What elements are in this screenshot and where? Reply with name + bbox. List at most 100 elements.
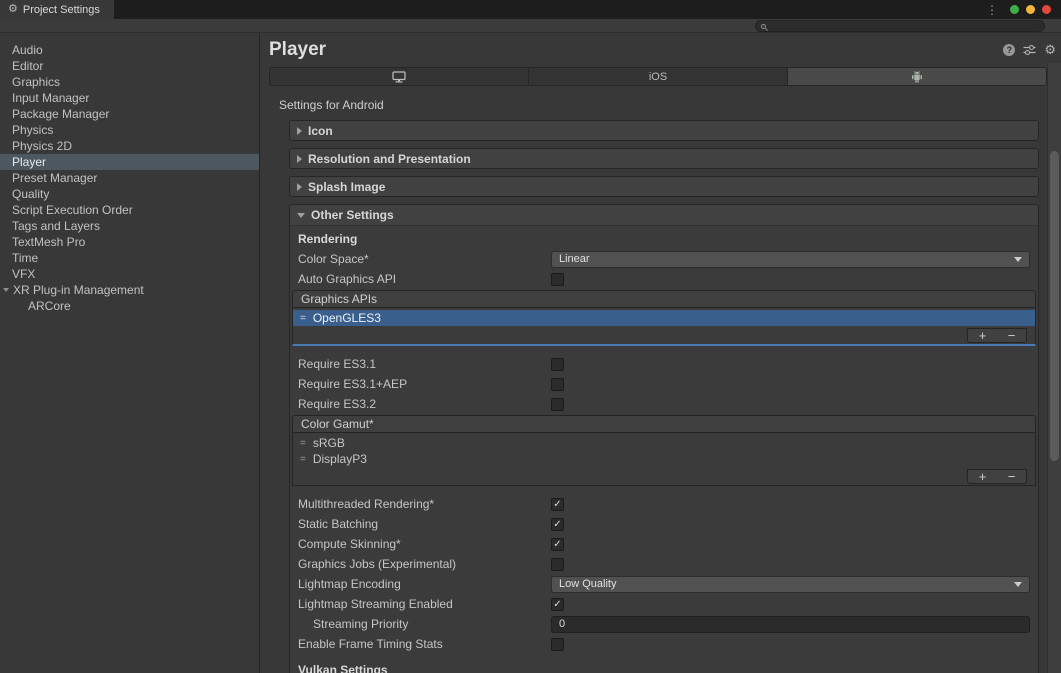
auto-graphics-api-label: Auto Graphics API xyxy=(298,272,551,286)
static-batching-label: Static Batching xyxy=(298,517,551,531)
section-resolution-and-presentation[interactable]: Resolution and Presentation xyxy=(289,148,1039,169)
require-es31-label: Require ES3.1 xyxy=(298,357,551,371)
graphics-apis-list-footer: + − xyxy=(293,326,1035,344)
sidebar-item-script-execution-order[interactable]: Script Execution Order xyxy=(0,202,259,218)
color-gamut-list-header: Color Gamut* xyxy=(292,415,1036,433)
list-item-label: OpenGLES3 xyxy=(313,311,381,325)
static-batching-checkbox[interactable] xyxy=(551,518,564,531)
tab-android[interactable] xyxy=(788,67,1047,86)
sidebar-item-graphics[interactable]: Graphics xyxy=(0,74,259,90)
drag-handle-icon[interactable]: = xyxy=(300,454,306,465)
sidebar-item-package-manager[interactable]: Package Manager xyxy=(0,106,259,122)
frame-timing-label: Enable Frame Timing Stats xyxy=(298,637,551,651)
sidebar-item-tags-and-layers[interactable]: Tags and Layers xyxy=(0,218,259,234)
sidebar-item-vfx[interactable]: VFX xyxy=(0,266,259,282)
chevron-down-icon xyxy=(1014,257,1022,262)
remove-button[interactable]: − xyxy=(997,470,1026,483)
section-other-label: Other Settings xyxy=(311,208,394,222)
window-tab-title: Project Settings xyxy=(23,4,100,16)
lightmap-encoding-dropdown[interactable]: Low Quality xyxy=(551,576,1030,593)
add-button[interactable]: + xyxy=(968,470,997,483)
color-space-dropdown[interactable]: Linear xyxy=(551,251,1030,268)
sidebar-item-quality[interactable]: Quality xyxy=(0,186,259,202)
section-icon[interactable]: Icon xyxy=(289,120,1039,141)
list-item-opengles3[interactable]: = OpenGLES3 xyxy=(293,310,1035,326)
row-compute-skinning: Compute Skinning* xyxy=(298,534,1030,554)
row-static-batching: Static Batching xyxy=(298,514,1030,534)
require-es31-aep-label: Require ES3.1+AEP xyxy=(298,377,551,391)
sidebar-item-editor[interactable]: Editor xyxy=(0,58,259,74)
sidebar-item-label: Player xyxy=(12,154,46,170)
foldout-arrow-icon[interactable] xyxy=(3,288,9,292)
main-header: Player ? ⚙ xyxy=(260,33,1061,63)
add-button[interactable]: + xyxy=(968,329,997,342)
sidebar-item-physics[interactable]: Physics xyxy=(0,122,259,138)
monitor-icon xyxy=(392,71,406,83)
sidebar-item-input-manager[interactable]: Input Manager xyxy=(0,90,259,106)
search-box[interactable] xyxy=(755,20,1045,32)
color-gamut-list-body: = sRGB = DisplayP3 xyxy=(292,433,1036,486)
platform-tabs: iOS xyxy=(269,67,1047,86)
sidebar-item-label: Package Manager xyxy=(12,106,109,122)
sidebar-item-label: Time xyxy=(12,250,38,266)
multithreaded-rendering-checkbox[interactable] xyxy=(551,498,564,511)
color-space-value: Linear xyxy=(559,253,590,265)
titlebar-spacer xyxy=(114,0,986,19)
window-control-yellow[interactable] xyxy=(1026,5,1035,14)
foldout-arrow-icon xyxy=(297,183,302,191)
row-auto-graphics-api: Auto Graphics API xyxy=(298,269,1030,289)
streaming-priority-field[interactable] xyxy=(551,616,1030,633)
sidebar-item-xr-plugin-management[interactable]: XR Plug-in Management xyxy=(0,282,259,298)
player-settings-content: iOS xyxy=(260,63,1047,673)
settings-for-label: Settings for Android xyxy=(279,98,1047,112)
section-resolution-label: Resolution and Presentation xyxy=(308,152,471,166)
lightmap-streaming-checkbox[interactable] xyxy=(551,598,564,611)
sidebar-item-player[interactable]: Player xyxy=(0,154,259,170)
gear-icon[interactable]: ⚙ xyxy=(1044,43,1056,56)
scrollbar-thumb[interactable] xyxy=(1050,151,1059,461)
section-other-settings: Other Settings Rendering Color Space* Li… xyxy=(289,204,1039,673)
require-es32-checkbox[interactable] xyxy=(551,398,564,411)
window-menu-icon[interactable]: ⋮ xyxy=(986,3,998,17)
streaming-priority-label: Streaming Priority xyxy=(298,617,551,631)
tab-desktop[interactable] xyxy=(269,67,529,86)
vertical-scrollbar[interactable] xyxy=(1047,63,1061,673)
multithreaded-rendering-label: Multithreaded Rendering* xyxy=(298,497,551,511)
sidebar-item-label: Script Execution Order xyxy=(12,202,133,218)
sidebar-item-label: Quality xyxy=(12,186,49,202)
tab-ios[interactable]: iOS xyxy=(529,67,788,86)
graphics-jobs-checkbox[interactable] xyxy=(551,558,564,571)
sidebar-item-preset-manager[interactable]: Preset Manager xyxy=(0,170,259,186)
sidebar-item-audio[interactable]: Audio xyxy=(0,42,259,58)
require-es31-aep-checkbox[interactable] xyxy=(551,378,564,391)
search-input[interactable] xyxy=(771,21,1039,31)
tab-ios-label: iOS xyxy=(649,71,667,83)
presets-icon[interactable] xyxy=(1023,44,1036,56)
sidebar-item-label: TextMesh Pro xyxy=(12,234,85,250)
drag-handle-icon[interactable]: = xyxy=(300,438,306,449)
section-other-settings-header[interactable]: Other Settings xyxy=(290,205,1038,226)
list-item-srgb[interactable]: = sRGB xyxy=(293,435,1035,451)
frame-timing-checkbox[interactable] xyxy=(551,638,564,651)
sidebar-item-arcore[interactable]: ARCore xyxy=(0,298,259,314)
sidebar-item-label: Audio xyxy=(12,42,43,58)
window-control-red[interactable] xyxy=(1042,5,1051,14)
sidebar-item-physics-2d[interactable]: Physics 2D xyxy=(0,138,259,154)
require-es31-checkbox[interactable] xyxy=(551,358,564,371)
compute-skinning-checkbox[interactable] xyxy=(551,538,564,551)
window-tab-project-settings[interactable]: ⚙ Project Settings xyxy=(0,0,114,19)
sidebar-item-time[interactable]: Time xyxy=(0,250,259,266)
rendering-header: Rendering xyxy=(298,229,1030,249)
list-item-displayp3[interactable]: = DisplayP3 xyxy=(293,451,1035,467)
other-settings-content: Rendering Color Space* Linear Au xyxy=(290,226,1038,673)
section-splash-image[interactable]: Splash Image xyxy=(289,176,1039,197)
drag-handle-icon[interactable]: = xyxy=(300,313,306,324)
vulkan-settings-header: Vulkan Settings xyxy=(298,660,1030,673)
graphics-apis-list: Graphics APIs = OpenGLES3 xyxy=(292,290,1036,346)
graphics-jobs-label: Graphics Jobs (Experimental) xyxy=(298,557,551,571)
window-control-green[interactable] xyxy=(1010,5,1019,14)
auto-graphics-api-checkbox[interactable] xyxy=(551,273,564,286)
help-icon[interactable]: ? xyxy=(1003,44,1015,56)
sidebar-item-textmesh-pro[interactable]: TextMesh Pro xyxy=(0,234,259,250)
remove-button[interactable]: − xyxy=(997,329,1026,342)
